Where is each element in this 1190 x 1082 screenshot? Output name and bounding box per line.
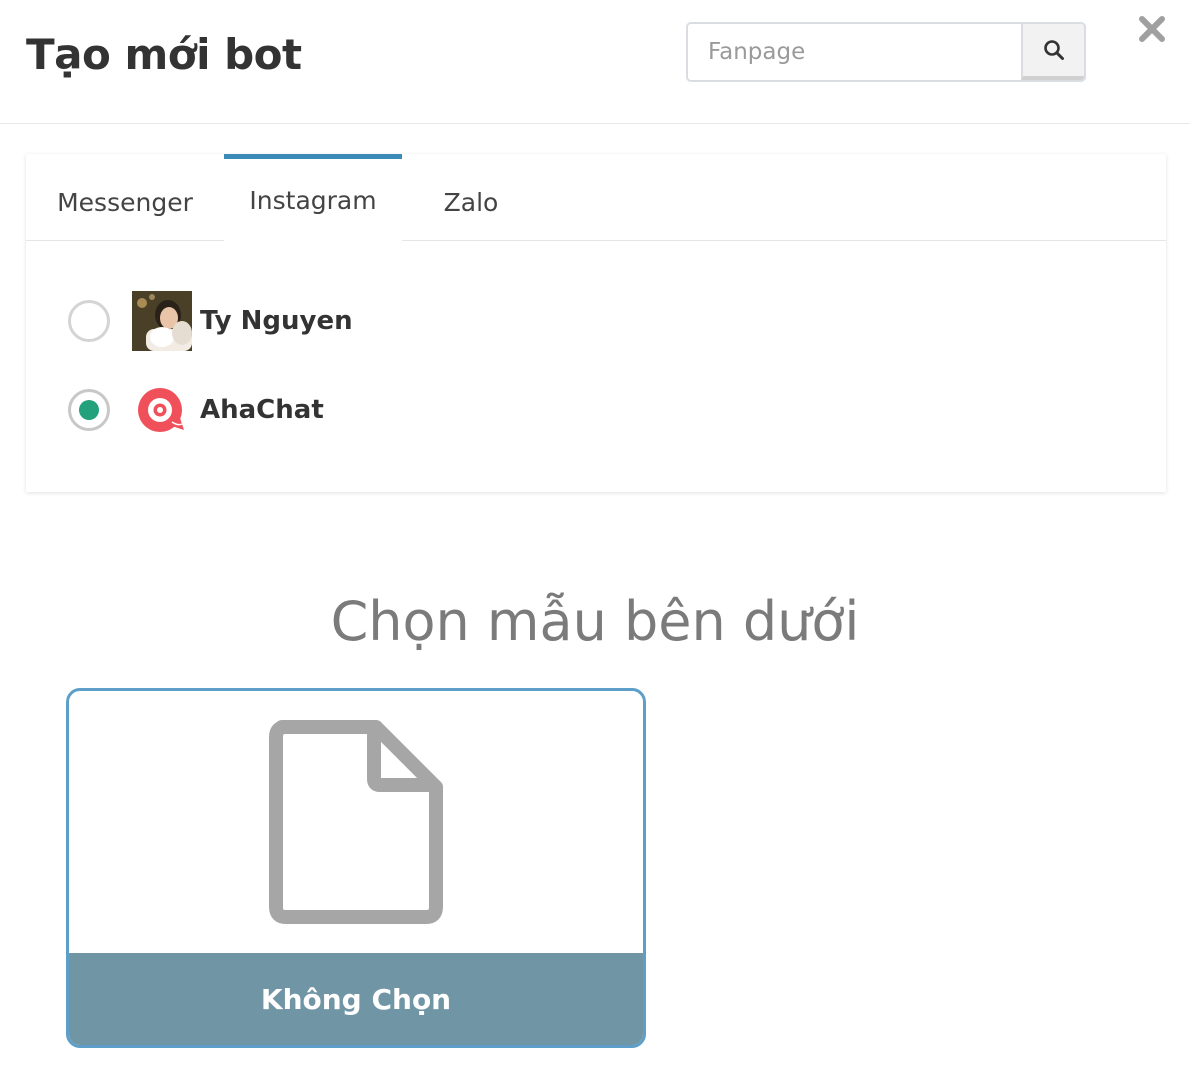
search-icon	[1043, 40, 1064, 60]
search-button[interactable]	[1021, 24, 1084, 80]
channel-panel: Messenger Instagram Zalo Ty Nguyen AhaCh…	[26, 154, 1166, 492]
search-input[interactable]	[688, 24, 1021, 80]
dialog-header: Tạo mới bot	[0, 0, 1190, 124]
card-icon-area	[69, 691, 643, 953]
close-icon	[1139, 16, 1165, 42]
channel-tabs: Messenger Instagram Zalo	[26, 154, 1166, 242]
avatar-illustration	[132, 291, 192, 351]
ahachat-logo-icon	[132, 380, 192, 440]
close-button[interactable]	[1135, 12, 1169, 46]
account-option-ahachat[interactable]: AhaChat	[68, 378, 668, 442]
tab-zalo[interactable]: Zalo	[416, 154, 526, 241]
page-title: Tạo mới bot	[26, 30, 302, 79]
template-section-title: Chọn mẫu bên dưới	[330, 590, 860, 653]
account-radio[interactable]	[68, 300, 110, 342]
tab-label: Messenger	[57, 188, 193, 217]
tab-label: Instagram	[249, 186, 377, 215]
radio-dot	[79, 400, 99, 420]
account-name: Ty Nguyen	[200, 306, 353, 336]
template-card-label: Không Chọn	[69, 953, 643, 1045]
create-bot-dialog: Tạo mới bot Messenger Instagram	[0, 0, 1190, 1082]
blank-document-icon	[269, 720, 443, 924]
user-photo-avatar	[132, 291, 192, 351]
account-option-ty-nguyen[interactable]: Ty Nguyen	[68, 289, 668, 353]
tab-label: Zalo	[443, 188, 499, 217]
tab-messenger[interactable]: Messenger	[26, 154, 224, 241]
template-card-blank[interactable]: Không Chọn	[66, 688, 646, 1048]
tab-instagram[interactable]: Instagram	[224, 154, 402, 242]
account-name: AhaChat	[200, 395, 324, 425]
account-radio-selected[interactable]	[68, 389, 110, 431]
fanpage-search	[686, 22, 1086, 82]
